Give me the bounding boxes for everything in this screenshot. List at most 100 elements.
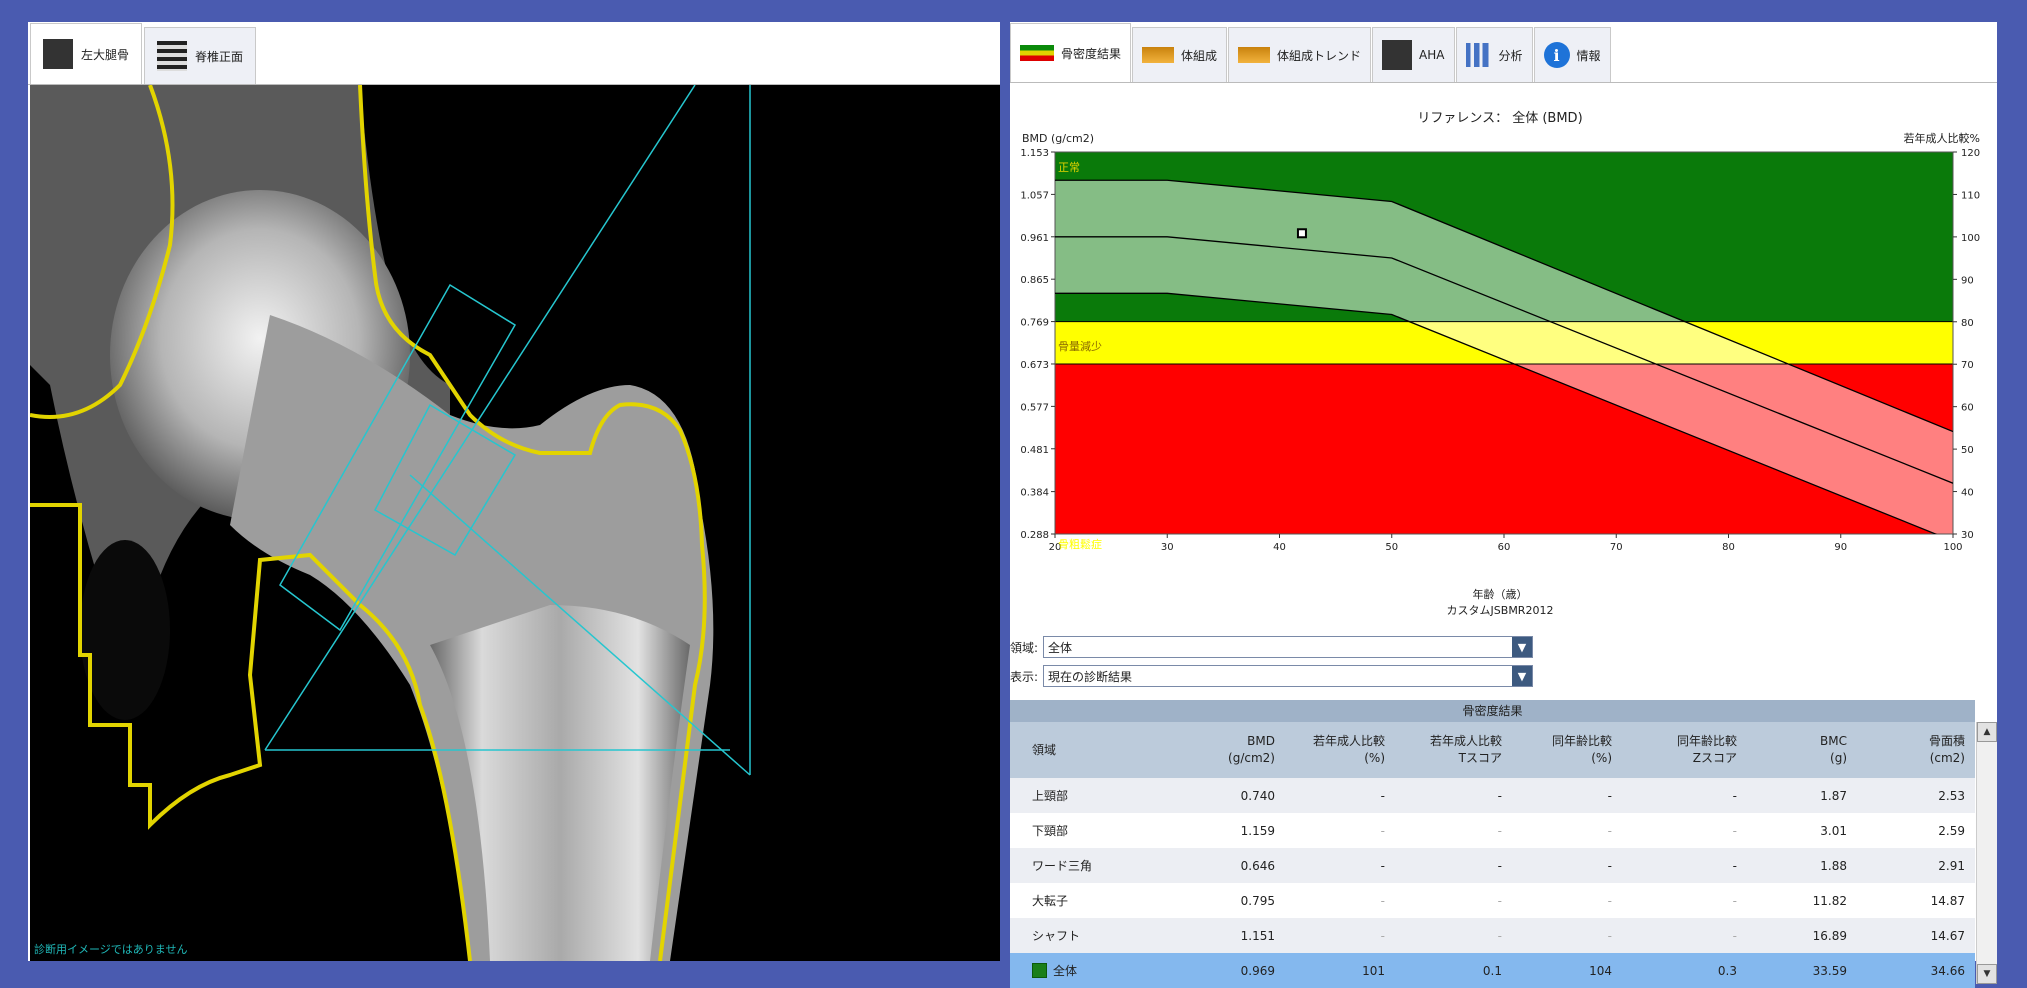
column-header[interactable]: 同年齢比較 (%) — [1512, 722, 1622, 778]
patient-marker — [1296, 228, 1307, 239]
table-cell-text: - — [1607, 928, 1612, 943]
table-cell-text: 上頸部 — [1032, 789, 1069, 803]
table-row[interactable]: 全体 0.969 101 0.1 104 0.3 33.59 34.66 — [1010, 953, 1975, 988]
table-cell-text: 0.795 — [1240, 893, 1275, 908]
column-header[interactable]: 若年成人比較 (%) — [1285, 722, 1395, 778]
column-header-text: Tスコア — [1458, 751, 1502, 765]
tab-bmd-results[interactable]: 骨密度結果 — [1010, 23, 1132, 82]
chart-title: リファレンス： 全体 (BMD) — [1417, 110, 1582, 126]
scan-view-tabs: 左大腿骨 脊椎正面 — [28, 22, 1000, 85]
table-row[interactable]: シャフト 1.151 - - - - 16.89 14.67 — [1010, 918, 1975, 953]
y2-tick-label: 50 — [1961, 445, 1974, 456]
table-cell: - — [1395, 894, 1512, 908]
xray-caption: 診断用イメージではありません — [34, 943, 188, 956]
tab-info[interactable]: i 情報 — [1533, 27, 1611, 82]
column-header-text: 若年成人比較 — [1312, 734, 1385, 748]
display-label: 表示: — [1010, 669, 1039, 684]
column-header-text: BMC — [1820, 734, 1847, 748]
y2-axis-label: 若年成人比較% — [1904, 131, 1980, 145]
table-cell-text: - — [1497, 928, 1502, 943]
table-scrollbar[interactable]: ▲ ▼ — [1976, 722, 1997, 984]
column-header[interactable]: BMC (g) — [1747, 722, 1857, 778]
tab-left-femur[interactable]: 左大腿骨 — [30, 23, 143, 84]
table-cell: - — [1512, 929, 1622, 943]
table-row[interactable]: 下頸部 1.159 - - - - 3.01 2.59 — [1010, 813, 1975, 848]
y-tick-label: 0.288 — [1020, 530, 1049, 541]
table-cell: 1.87 — [1747, 789, 1857, 803]
table-cell: 104 — [1512, 964, 1622, 978]
region-select[interactable]: 全体 ▼ — [1043, 636, 1533, 658]
tab-aha[interactable]: AHA — [1372, 27, 1455, 82]
table-row[interactable]: 上頸部 0.740 - - - - 1.87 2.53 — [1010, 778, 1975, 813]
display-select[interactable]: 現在の診断結果 ▼ — [1043, 665, 1533, 687]
x-tick-label: 80 — [1722, 542, 1735, 553]
table-cell-text: 1.151 — [1240, 928, 1275, 943]
column-header[interactable]: 骨面積 (cm2) — [1857, 722, 1975, 778]
bmd-chart-svg: 1.153 1.057 0.961 0.865 0.769 0.673 0.577 0.481… — [1020, 110, 1980, 617]
x-axis-label: 年齢（歳） — [1473, 587, 1528, 601]
table-cell: 0.3 — [1622, 964, 1747, 978]
table-cell: - — [1512, 824, 1622, 838]
y2-tick-label: 90 — [1961, 275, 1974, 286]
tab-analysis-label: 分析 — [1498, 48, 1523, 63]
femur-scan-image[interactable]: 診断用イメージではありません — [30, 85, 1000, 961]
tab-body-composition-trend[interactable]: 体組成トレンド — [1228, 27, 1372, 82]
y-axis-label: BMD (g/cm2) — [1022, 132, 1094, 145]
table-cell-text: 16.89 — [1812, 928, 1847, 943]
table-cell: 14.87 — [1857, 894, 1975, 908]
table-cell: - — [1622, 789, 1747, 803]
tab-spine-ap-label: 脊椎正面 — [195, 49, 244, 64]
table-cell: シャフト — [1010, 927, 1180, 944]
info-icon: i — [1543, 42, 1570, 68]
table-cell: - — [1512, 859, 1622, 873]
column-header[interactable]: 領域 — [1010, 722, 1180, 778]
zone-label-normal: 正常 — [1058, 161, 1080, 174]
table-cell-text: 34.66 — [1930, 963, 1965, 978]
table-cell-text: 101 — [1362, 963, 1385, 978]
tab-spine-ap[interactable]: 脊椎正面 — [144, 27, 257, 84]
tab-bmd-results-label: 骨密度結果 — [1061, 46, 1122, 61]
bmd-band-icon — [1020, 45, 1054, 61]
scroll-up-icon[interactable]: ▲ — [1977, 722, 1997, 742]
table-cell: 1.151 — [1180, 929, 1285, 943]
table-cell: - — [1622, 824, 1747, 838]
y2-tick-label: 30 — [1961, 530, 1974, 541]
table-cell-text: 14.67 — [1930, 928, 1965, 943]
y-tick-label: 0.673 — [1020, 360, 1049, 371]
column-header-text: Zスコア — [1692, 751, 1737, 765]
x-tick-label: 50 — [1385, 542, 1398, 553]
y2-tick-label: 110 — [1961, 190, 1980, 201]
tab-analysis[interactable]: 分析 — [1455, 27, 1533, 82]
table-cell-text: 2.53 — [1938, 788, 1965, 803]
tab-body-composition[interactable]: 体組成 — [1132, 27, 1228, 82]
table-cell: 2.91 — [1857, 859, 1975, 873]
scroll-down-icon[interactable]: ▼ — [1977, 964, 1997, 984]
chevron-down-icon[interactable]: ▼ — [1512, 666, 1532, 686]
table-cell: 11.82 — [1747, 894, 1857, 908]
chart-subtitle: カスタムJSBMR2012 — [1447, 604, 1554, 617]
chevron-down-icon[interactable]: ▼ — [1512, 637, 1532, 657]
table-row[interactable]: ワード三角 0.646 - - - - 1.88 2.91 — [1010, 848, 1975, 883]
column-header[interactable]: 若年成人比較 Tスコア — [1395, 722, 1512, 778]
table-cell-text: - — [1732, 893, 1737, 908]
table-cell-text: 14.87 — [1930, 893, 1965, 908]
y2-tick-label: 70 — [1961, 360, 1974, 371]
column-header-text: 骨面積 — [1928, 734, 1965, 748]
bar-chart-icon — [1465, 43, 1492, 67]
table-cell: 33.59 — [1747, 964, 1857, 978]
column-header[interactable]: BMD (g/cm2) — [1180, 722, 1285, 778]
table-cell-text: 0.3 — [1717, 963, 1737, 978]
column-header-text: (%) — [1591, 751, 1612, 765]
column-header-text: 若年成人比較 — [1429, 734, 1502, 748]
table-row[interactable]: 大転子 0.795 - - - - 11.82 14.87 — [1010, 883, 1975, 918]
table-cell-text: 104 — [1589, 963, 1612, 978]
display-select-value: 現在の診断結果 — [1048, 669, 1133, 684]
table-cell-text: 1.87 — [1820, 788, 1847, 803]
table-cell-text: 3.01 — [1820, 823, 1847, 838]
display-row: 表示: 現在の診断結果 ▼ — [1010, 663, 1533, 689]
column-header[interactable]: 同年齢比較 Zスコア — [1622, 722, 1747, 778]
table-cell-text: - — [1497, 858, 1502, 873]
x-tick-label: 60 — [1498, 542, 1511, 553]
table-cell: - — [1512, 894, 1622, 908]
region-row: 領域: 全体 ▼ — [1010, 634, 1533, 660]
